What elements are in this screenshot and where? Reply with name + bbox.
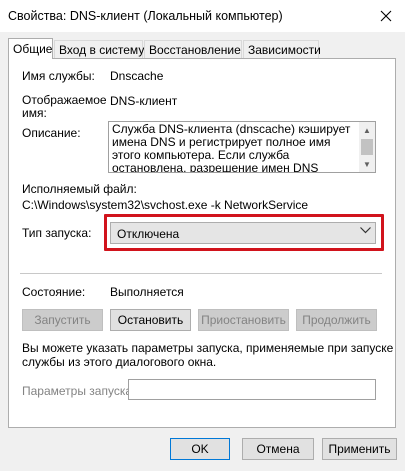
stop-button[interactable]: Остановить [110,309,191,331]
exe-path: C:\Windows\system32\svchost.exe -k Netwo… [22,198,309,212]
startup-type-label: Тип запуска: [22,226,92,240]
exe-label: Исполняемый файл: [22,182,137,196]
start-button[interactable]: Запустить [22,309,103,331]
close-icon[interactable] [375,6,397,26]
window-title: Свойства: DNS-клиент (Локальный компьюте… [8,9,283,23]
chevron-down-icon[interactable] [360,226,371,237]
description-text: Служба DNS-клиента (dnscache) кэширует и… [112,122,351,173]
display-name-value: DNS-клиент [110,94,178,108]
description-label: Описание: [22,126,81,140]
separator [20,273,382,274]
service-name-value: Dnscache [110,69,164,83]
tab-logon[interactable]: Вход в систему [54,40,144,58]
service-name-label: Имя службы: [22,69,95,83]
scroll-up-icon[interactable]: ▲ [359,122,375,138]
scroll-down-icon[interactable]: ▼ [359,156,375,172]
pause-button[interactable]: Приостановить [198,309,289,331]
status-label: Состояние: [22,285,86,299]
description-textbox[interactable]: Служба DNS-клиента (dnscache) кэширует и… [108,121,376,173]
ok-button[interactable]: OK [170,438,230,460]
resume-button[interactable]: Продолжить [296,309,377,331]
hint-line2: службы из этого диалогового окна. [22,355,217,369]
apply-button[interactable]: Применить [322,438,397,460]
display-name-label-line1: Отображаемое [22,93,107,107]
startup-type-value: Отключена [117,227,180,241]
description-scrollbar[interactable]: ▲ ▼ [359,122,375,172]
params-label: Параметры запуска: [22,384,136,398]
cancel-button[interactable]: Отмена [242,438,314,460]
tab-dependencies[interactable]: Зависимости [243,40,321,58]
scroll-thumb[interactable] [361,139,373,155]
hint-line1: Вы можете указать параметры запуска, при… [22,341,394,355]
params-input[interactable] [128,379,376,400]
tab-general[interactable]: Общие [8,38,53,59]
tab-recovery[interactable]: Восстановление [144,40,242,58]
status-value: Выполняется [110,285,184,299]
display-name-label-line2: имя: [22,106,47,120]
